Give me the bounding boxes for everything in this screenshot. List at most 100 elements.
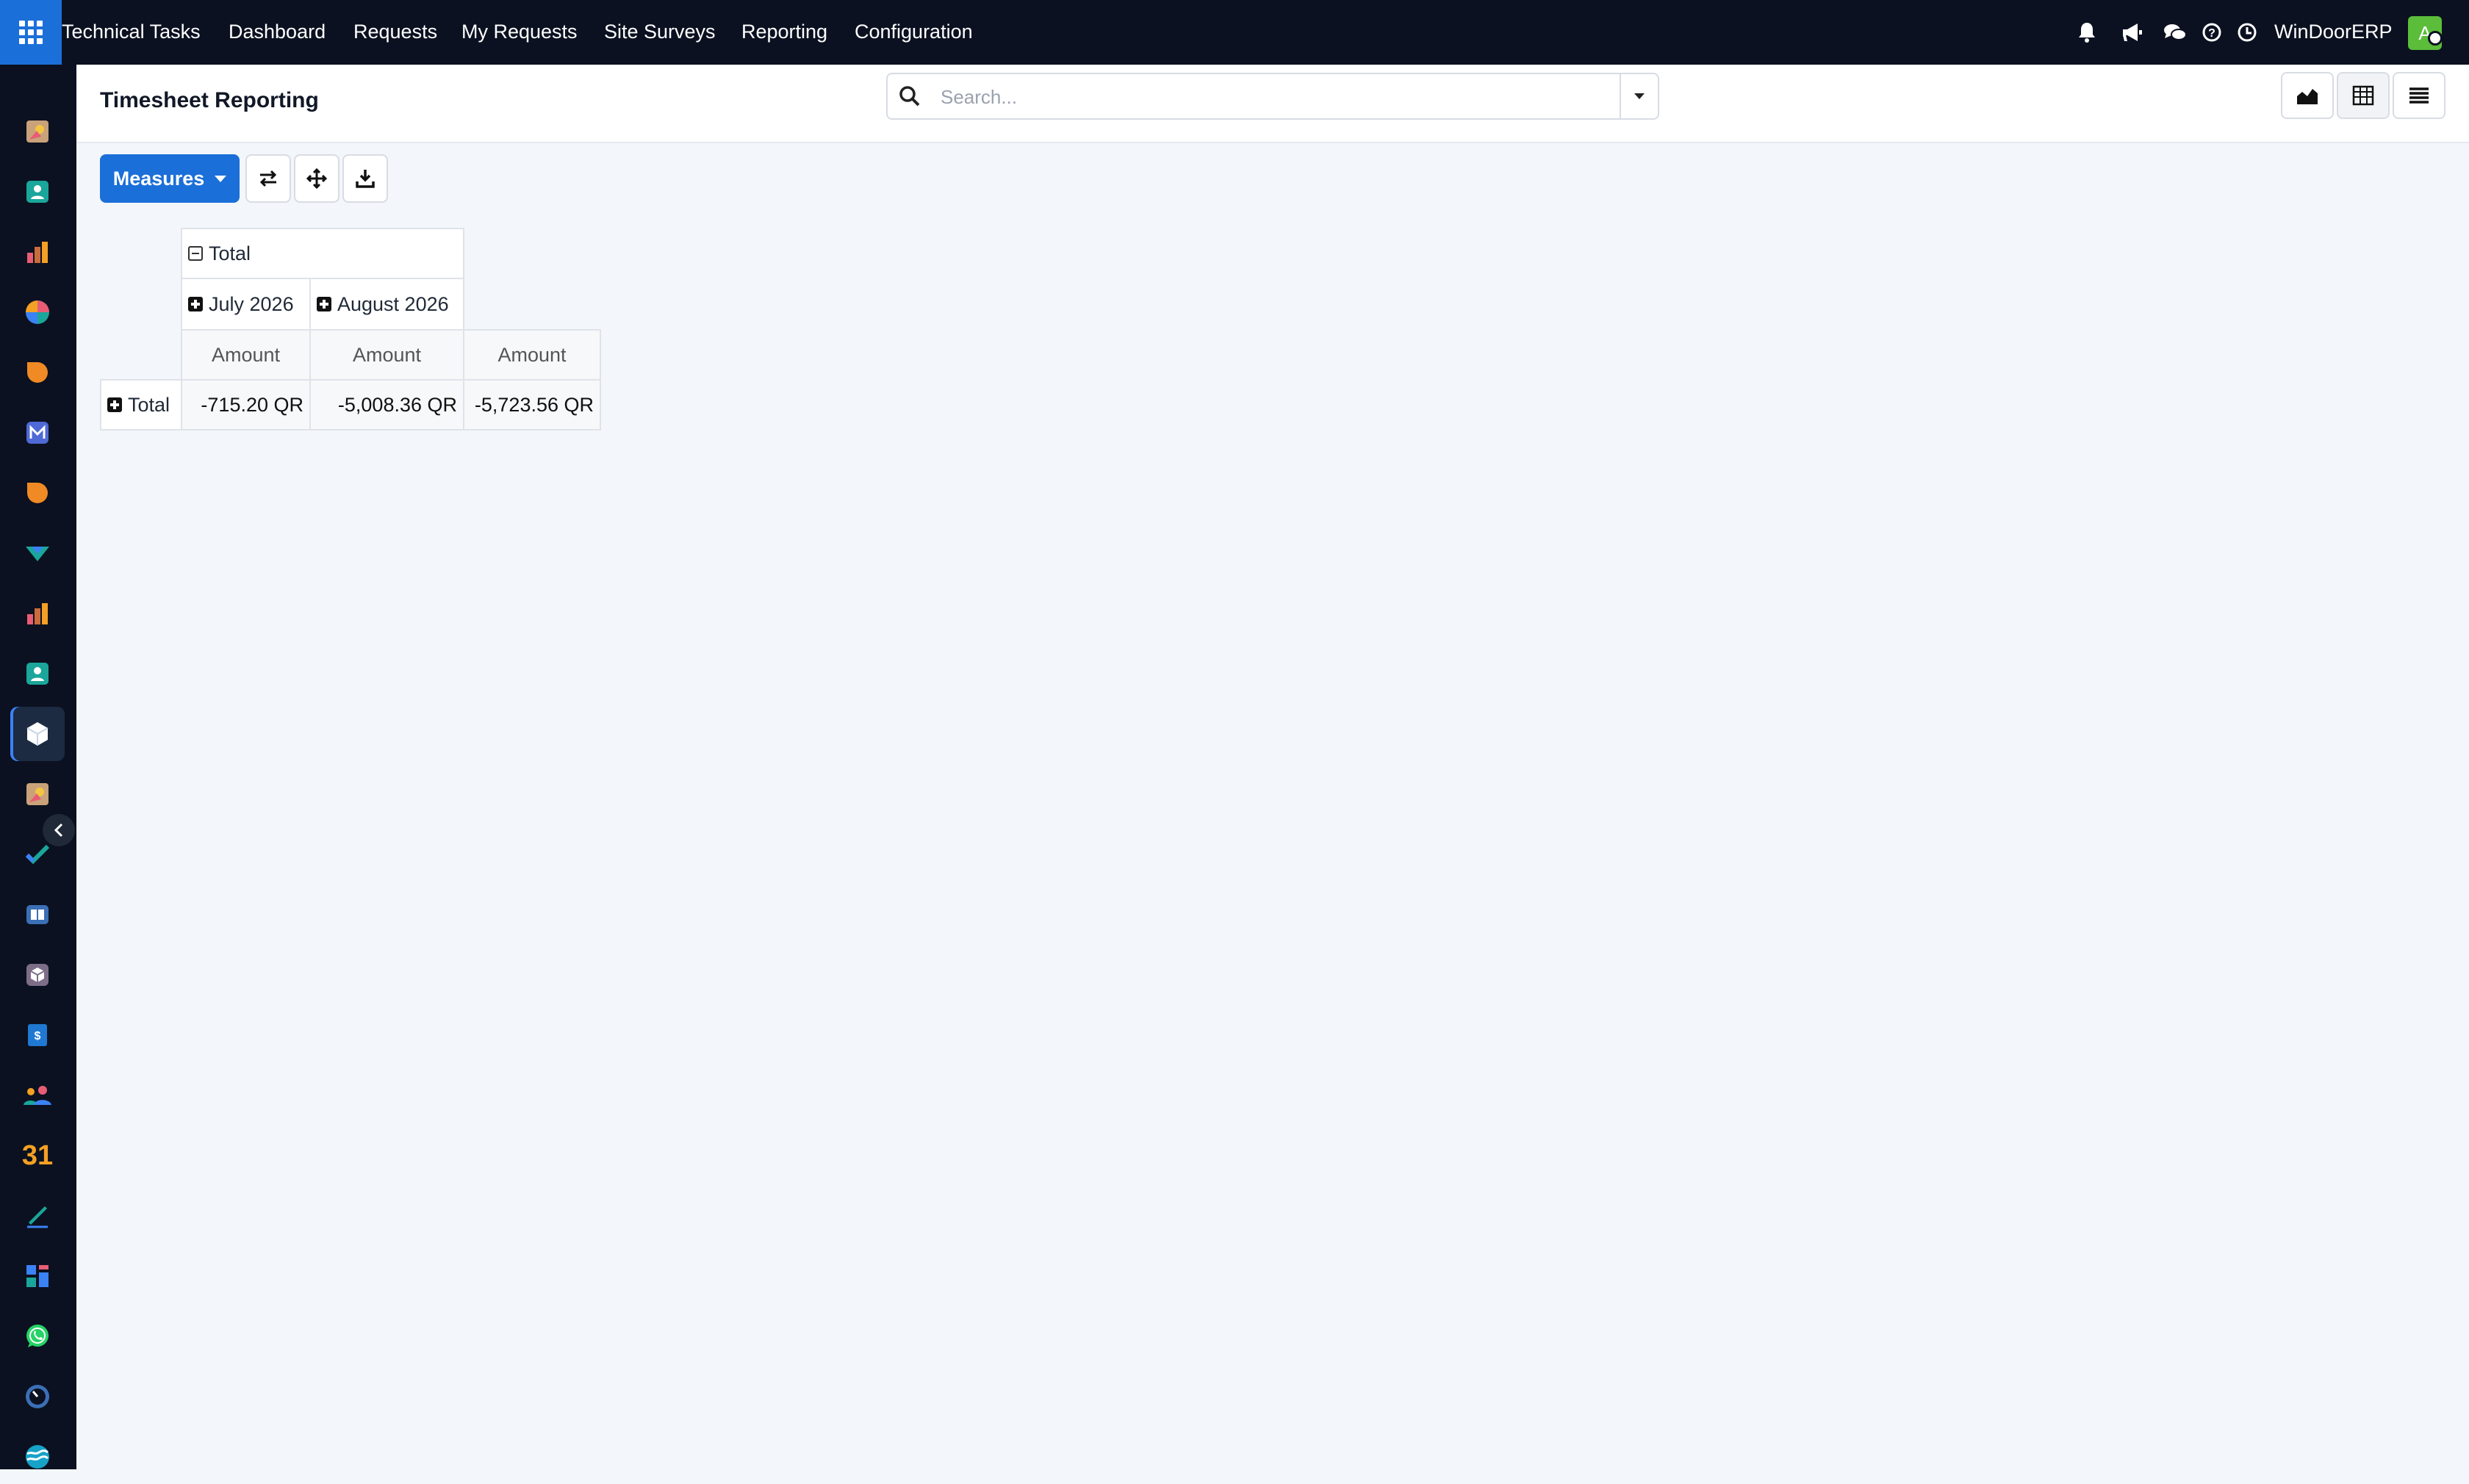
pivot-cell-july-amount[interactable]: -715.20 QR <box>181 379 311 431</box>
search-options-toggle[interactable] <box>1620 74 1658 118</box>
sidebar-app-5-icon <box>27 362 48 383</box>
graph-view-button[interactable] <box>2281 72 2334 119</box>
expand-all-button[interactable] <box>294 154 339 203</box>
pivot-row-header-total[interactable]: Total <box>100 379 182 431</box>
control-panel: Timesheet Reporting <box>76 65 2469 143</box>
caret-down-icon <box>1634 93 1645 99</box>
box-icon <box>26 722 48 746</box>
sidebar-app-calendar[interactable]: 31 <box>10 1128 65 1183</box>
app-sidebar: $ 31 <box>0 65 76 1469</box>
search-bar[interactable] <box>886 73 1659 120</box>
wave-icon <box>26 1445 49 1469</box>
measures-label: Measures <box>112 167 205 190</box>
sidebar-app-5[interactable] <box>10 345 65 400</box>
team-icon <box>24 1086 51 1105</box>
sidebar-app-12[interactable] <box>10 767 65 821</box>
app-name[interactable]: Technical Tasks <box>62 0 201 65</box>
search-input[interactable] <box>939 82 1603 112</box>
whatsapp-icon <box>26 1325 48 1347</box>
menu-reporting[interactable]: Reporting <box>741 0 827 65</box>
pivot-col-header-july[interactable]: July 2026 <box>181 278 311 331</box>
svg-text:?: ? <box>2208 27 2215 40</box>
pivot-cell-august-amount[interactable]: -5,008.36 QR <box>309 379 464 431</box>
pivot-measure-header[interactable]: Amount <box>181 329 311 381</box>
clock-icon[interactable] <box>2232 0 2262 65</box>
measures-dropdown-button[interactable]: Measures <box>100 154 240 203</box>
expand-icon <box>107 397 122 412</box>
sidebar-app-19[interactable] <box>10 1189 65 1243</box>
book-icon <box>26 905 48 924</box>
cube-icon <box>26 964 48 986</box>
presence-status-icon <box>2428 31 2443 46</box>
pivot-measure-header[interactable]: Amount <box>463 329 601 381</box>
download-icon <box>356 170 375 188</box>
pivot-col-header-total-label: Total <box>209 242 251 264</box>
top-navbar: Technical Tasks Dashboard Requests My Re… <box>0 0 2469 65</box>
sidebar-app-8-icon <box>26 547 49 561</box>
menu-my-requests[interactable]: My Requests <box>461 0 578 65</box>
sidebar-app-4-icon <box>26 300 49 324</box>
swap-arrows-icon <box>259 170 277 187</box>
menu-requests[interactable]: Requests <box>353 0 437 65</box>
pivot-cell-total-amount[interactable]: -5,723.56 QR <box>463 379 601 431</box>
pivot-col-header-august[interactable]: August 2026 <box>309 278 464 331</box>
sidebar-app-10[interactable] <box>10 646 65 701</box>
sidebar-collapse-button[interactable] <box>43 814 75 846</box>
calendar-icon: 31 <box>21 1139 54 1171</box>
page-title: Timesheet Reporting <box>100 88 319 112</box>
list-icon <box>2409 87 2429 104</box>
menu-dashboard[interactable]: Dashboard <box>229 0 326 65</box>
sidebar-app-12-icon <box>26 783 48 805</box>
sidebar-app-2[interactable] <box>10 165 65 219</box>
sidebar-app-1[interactable] <box>10 104 65 159</box>
sidebar-app-10-icon <box>26 663 48 685</box>
sidebar-app-16[interactable]: $ <box>10 1008 65 1062</box>
caret-down-icon <box>215 175 227 182</box>
pivot-col-header-july-label: July 2026 <box>209 292 294 315</box>
pivot-col-header-august-label: August 2026 <box>337 292 449 315</box>
sidebar-app-9[interactable] <box>10 586 65 641</box>
sidebar-app-8[interactable] <box>10 526 65 580</box>
sign-icon <box>27 1206 48 1228</box>
sidebar-app-6-icon <box>26 422 48 444</box>
sidebar-app-1-icon <box>26 120 48 143</box>
sidebar-app-20[interactable] <box>10 1249 65 1303</box>
company-switcher[interactable]: WinDoorERP <box>2274 0 2393 65</box>
sidebar-app-7-icon <box>27 483 48 503</box>
bell-icon[interactable] <box>2072 0 2102 65</box>
table-icon <box>2352 85 2374 106</box>
sidebar-app-14[interactable] <box>10 887 65 942</box>
flip-axis-button[interactable] <box>245 154 291 203</box>
apps-menu-icon[interactable] <box>0 0 62 65</box>
sidebar-app-2-icon <box>26 181 48 203</box>
download-xlsx-button[interactable] <box>342 154 388 203</box>
sidebar-app-15[interactable] <box>10 948 65 1002</box>
menu-site-surveys[interactable]: Site Surveys <box>604 0 716 65</box>
sidebar-app-whatsapp[interactable] <box>10 1309 65 1364</box>
gauge-icon <box>26 1385 49 1408</box>
pivot-view-button[interactable] <box>2337 72 2390 119</box>
pivot-col-header-total[interactable]: Total <box>181 228 464 279</box>
check-icon <box>25 844 50 865</box>
svg-text:$: $ <box>35 1030 41 1042</box>
sidebar-app-7[interactable] <box>10 466 65 520</box>
sidebar-app-23[interactable] <box>10 1430 65 1484</box>
list-view-button[interactable] <box>2393 72 2445 119</box>
sidebar-app-3[interactable] <box>10 225 65 279</box>
sidebar-app-6[interactable] <box>10 406 65 460</box>
pivot-measure-header[interactable]: Amount <box>309 329 464 381</box>
expand-icon <box>317 297 331 311</box>
help-icon[interactable]: ? <box>2197 0 2227 65</box>
sidebar-app-4[interactable] <box>10 285 65 339</box>
collapse-icon <box>188 246 203 261</box>
pivot-row-header-total-label: Total <box>128 393 170 416</box>
megaphone-icon[interactable] <box>2118 0 2147 65</box>
chat-icon[interactable] <box>2160 0 2190 65</box>
invoice-icon: $ <box>28 1024 47 1046</box>
sidebar-app-22[interactable] <box>10 1369 65 1424</box>
sidebar-app-9-icon <box>27 603 48 624</box>
sidebar-app-3-icon <box>27 242 48 263</box>
sidebar-app-active[interactable] <box>10 707 65 761</box>
sidebar-app-17[interactable] <box>10 1068 65 1123</box>
menu-configuration[interactable]: Configuration <box>855 0 973 65</box>
